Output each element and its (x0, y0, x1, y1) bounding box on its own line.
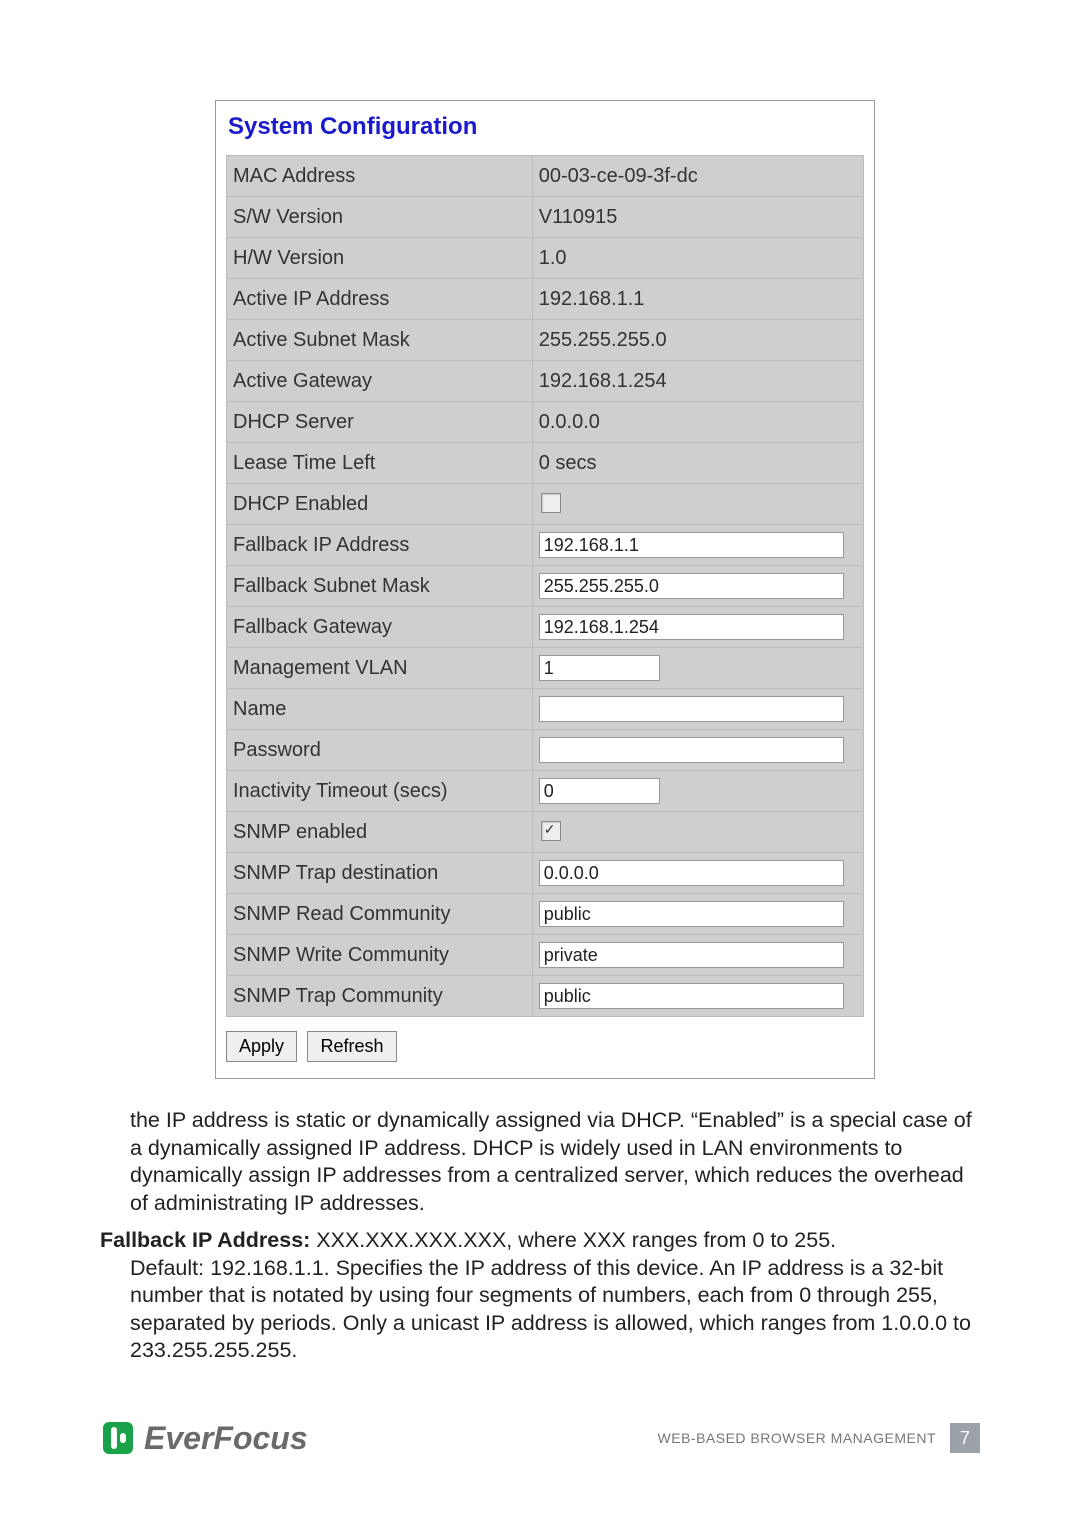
table-row: Fallback Gateway (227, 607, 864, 648)
fallback-ip-rest: Default: 192.168.1.1. Specifies the IP a… (130, 1255, 980, 1365)
fallback-ip-line1: XXX.XXX.XXX.XXX, where XXX ranges from 0… (316, 1228, 836, 1252)
table-row: SNMP Write Community (227, 935, 864, 976)
table-row: SNMP Read Community (227, 894, 864, 935)
label-active-ip: Active IP Address (227, 279, 533, 320)
value-dhcp-server: 0.0.0.0 (532, 402, 863, 443)
name-input[interactable] (539, 696, 845, 722)
apply-button[interactable]: Apply (226, 1031, 297, 1062)
table-row: SNMP enabled (227, 812, 864, 853)
label-active-gateway: Active Gateway (227, 361, 533, 402)
management-vlan-input[interactable] (539, 655, 660, 681)
label-snmp-read-community: SNMP Read Community (227, 894, 533, 935)
value-dhcp-enabled (532, 484, 863, 525)
value-hw-version: 1.0 (532, 238, 863, 279)
table-row: Password (227, 730, 864, 771)
value-active-subnet: 255.255.255.0 (532, 320, 863, 361)
label-fallback-gateway: Fallback Gateway (227, 607, 533, 648)
brand-logo: EverFocus (100, 1419, 308, 1457)
label-hw-version: H/W Version (227, 238, 533, 279)
label-name: Name (227, 689, 533, 730)
table-row: DHCP Enabled (227, 484, 864, 525)
label-fallback-subnet: Fallback Subnet Mask (227, 566, 533, 607)
label-dhcp-enabled: DHCP Enabled (227, 484, 533, 525)
panel-title: System Configuration (228, 113, 864, 141)
snmp-trap-community-input[interactable] (539, 983, 845, 1009)
password-input[interactable] (539, 737, 845, 763)
brand-icon (100, 1419, 138, 1457)
snmp-enabled-checkbox[interactable] (541, 821, 561, 841)
footer-section-label: WEB-BASED BROWSER MANAGEMENT (658, 1430, 936, 1446)
fallback-subnet-input[interactable] (539, 573, 845, 599)
table-row: DHCP Server0.0.0.0 (227, 402, 864, 443)
term-fallback-ip: Fallback IP Address: (100, 1228, 316, 1252)
table-row: Management VLAN (227, 648, 864, 689)
label-snmp-trap-community: SNMP Trap Community (227, 976, 533, 1017)
value-snmp-enabled (532, 812, 863, 853)
table-row: Inactivity Timeout (secs) (227, 771, 864, 812)
config-table: MAC Address00-03-ce-09-3f-dc S/W Version… (226, 155, 864, 1017)
table-row: SNMP Trap Community (227, 976, 864, 1017)
label-mac-address: MAC Address (227, 156, 533, 197)
value-active-ip: 192.168.1.1 (532, 279, 863, 320)
value-mac-address: 00-03-ce-09-3f-dc (532, 156, 863, 197)
value-sw-version: V110915 (532, 197, 863, 238)
paragraph-fallback-ip: Fallback IP Address: XXX.XXX.XXX.XXX, wh… (100, 1227, 980, 1365)
value-lease-time: 0 secs (532, 443, 863, 484)
fallback-gateway-input[interactable] (539, 614, 845, 640)
label-snmp-enabled: SNMP enabled (227, 812, 533, 853)
table-row: Fallback Subnet Mask (227, 566, 864, 607)
label-inactivity-timeout: Inactivity Timeout (secs) (227, 771, 533, 812)
page-number: 7 (950, 1423, 980, 1453)
table-row: SNMP Trap destination (227, 853, 864, 894)
refresh-button[interactable]: Refresh (307, 1031, 396, 1062)
label-snmp-trap-dest: SNMP Trap destination (227, 853, 533, 894)
table-row: Lease Time Left0 secs (227, 443, 864, 484)
label-active-subnet: Active Subnet Mask (227, 320, 533, 361)
table-row: Fallback IP Address (227, 525, 864, 566)
table-row: Active IP Address192.168.1.1 (227, 279, 864, 320)
value-active-gateway: 192.168.1.254 (532, 361, 863, 402)
label-password: Password (227, 730, 533, 771)
label-lease-time: Lease Time Left (227, 443, 533, 484)
snmp-write-community-input[interactable] (539, 942, 845, 968)
label-fallback-ip: Fallback IP Address (227, 525, 533, 566)
table-row: H/W Version1.0 (227, 238, 864, 279)
inactivity-timeout-input[interactable] (539, 778, 660, 804)
body-text: the IP address is static or dynamically … (100, 1107, 980, 1365)
table-row: Active Gateway192.168.1.254 (227, 361, 864, 402)
dhcp-enabled-checkbox[interactable] (541, 493, 561, 513)
system-configuration-panel: System Configuration MAC Address00-03-ce… (215, 100, 875, 1079)
snmp-trap-dest-input[interactable] (539, 860, 845, 886)
fallback-ip-input[interactable] (539, 532, 845, 558)
page-footer: EverFocus WEB-BASED BROWSER MANAGEMENT 7 (100, 1419, 980, 1457)
label-sw-version: S/W Version (227, 197, 533, 238)
snmp-read-community-input[interactable] (539, 901, 845, 927)
table-row: Active Subnet Mask255.255.255.0 (227, 320, 864, 361)
label-snmp-write-community: SNMP Write Community (227, 935, 533, 976)
table-row: MAC Address00-03-ce-09-3f-dc (227, 156, 864, 197)
table-row: Name (227, 689, 864, 730)
paragraph-dhcp: the IP address is static or dynamically … (130, 1107, 980, 1217)
label-management-vlan: Management VLAN (227, 648, 533, 689)
table-row: S/W VersionV110915 (227, 197, 864, 238)
brand-name: EverFocus (144, 1420, 308, 1457)
label-dhcp-server: DHCP Server (227, 402, 533, 443)
